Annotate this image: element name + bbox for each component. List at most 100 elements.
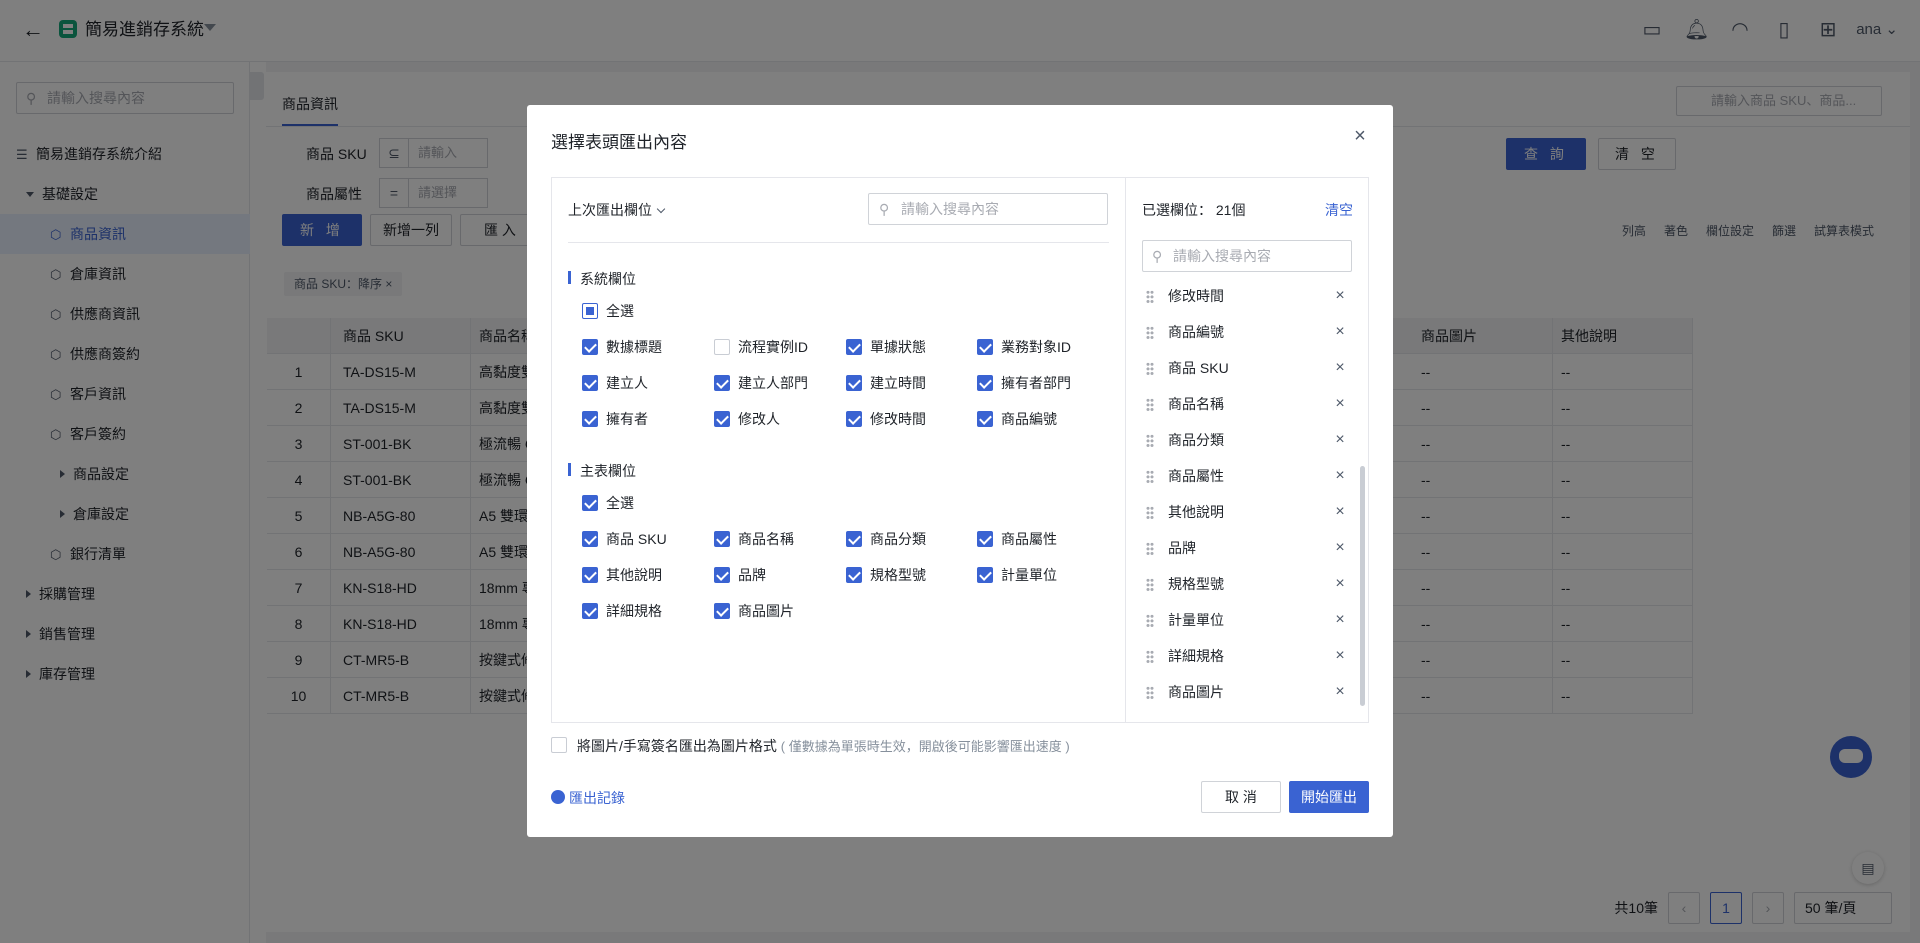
remove-icon[interactable]: × [1332, 566, 1348, 602]
drag-handle-icon[interactable] [1146, 650, 1154, 664]
checkbox[interactable] [846, 531, 862, 547]
checkbox[interactable] [977, 411, 993, 427]
close-icon[interactable]: × [1349, 125, 1371, 147]
field-checkbox-item[interactable]: 建立人 [582, 374, 648, 392]
drag-handle-icon[interactable] [1146, 578, 1154, 592]
chevron-down-icon [656, 204, 666, 214]
clear-selected-button[interactable]: 清空 [1325, 200, 1353, 220]
checkbox[interactable] [582, 603, 598, 619]
checkbox[interactable] [582, 375, 598, 391]
selected-field-item[interactable]: 商品圖片 × [1142, 674, 1348, 710]
remove-icon[interactable]: × [1332, 638, 1348, 674]
field-checkbox-item[interactable]: 修改時間 [846, 410, 926, 428]
field-checkbox-item[interactable]: 單據狀態 [846, 338, 926, 356]
selected-field-item[interactable]: 商品屬性 × [1142, 458, 1348, 494]
checkbox[interactable] [714, 411, 730, 427]
field-checkbox-item[interactable]: 商品名稱 [714, 530, 794, 548]
field-checkbox-item[interactable]: 數據標題 [582, 338, 662, 356]
remove-icon[interactable]: × [1332, 422, 1348, 458]
field-checkbox-item[interactable]: 商品圖片 [714, 602, 794, 620]
checkbox[interactable] [582, 531, 598, 547]
field-label: 擁有者 [606, 411, 648, 427]
drag-handle-icon[interactable] [1146, 434, 1154, 448]
checkbox[interactable] [582, 567, 598, 583]
field-checkbox-item[interactable]: 規格型號 [846, 566, 926, 584]
field-checkbox-item[interactable]: 品牌 [714, 566, 766, 584]
checkbox[interactable] [846, 411, 862, 427]
remove-icon[interactable]: × [1332, 674, 1348, 710]
selected-field-item[interactable]: 品牌 × [1142, 530, 1348, 566]
remove-icon[interactable]: × [1332, 386, 1348, 422]
checkbox[interactable] [977, 567, 993, 583]
checkbox[interactable] [977, 531, 993, 547]
drag-handle-icon[interactable] [1146, 290, 1154, 304]
checkbox[interactable] [846, 375, 862, 391]
start-export-button[interactable]: 開始匯出 [1289, 781, 1369, 813]
field-checkbox-item[interactable]: 擁有者部門 [977, 374, 1071, 392]
field-checkbox-item[interactable]: 商品分類 [846, 530, 926, 548]
checkbox[interactable] [582, 339, 598, 355]
checkbox[interactable] [714, 531, 730, 547]
field-checkbox-item[interactable]: 修改人 [714, 410, 780, 428]
field-checkbox-item[interactable]: 商品屬性 [977, 530, 1057, 548]
checkbox[interactable] [846, 567, 862, 583]
checkbox[interactable] [714, 603, 730, 619]
selected-field-item[interactable]: 商品名稱 × [1142, 386, 1348, 422]
image-export-option[interactable]: 將圖片/手寫簽名匯出為圖片格式 ( 僅數據為單張時生效，開啟後可能影響匯出速度 … [551, 737, 1070, 756]
field-checkbox-item[interactable]: 建立人部門 [714, 374, 808, 392]
remove-icon[interactable]: × [1332, 350, 1348, 386]
drag-handle-icon[interactable] [1146, 362, 1154, 376]
field-label: 規格型號 [870, 567, 926, 583]
drag-handle-icon[interactable] [1146, 506, 1154, 520]
remove-icon[interactable]: × [1332, 530, 1348, 566]
field-checkbox-item[interactable]: 詳細規格 [582, 602, 662, 620]
system-select-all[interactable]: 全選 [582, 302, 634, 320]
field-search-input[interactable]: ⚲ 請輸入搜尋內容 [868, 193, 1108, 225]
drag-handle-icon[interactable] [1146, 470, 1154, 484]
remove-icon[interactable]: × [1332, 278, 1348, 314]
field-checkbox-item[interactable]: 商品編號 [977, 410, 1057, 428]
drag-handle-icon[interactable] [1146, 398, 1154, 412]
cancel-button[interactable]: 取 消 [1201, 781, 1281, 813]
image-option-label: 將圖片/手寫簽名匯出為圖片格式 [577, 738, 777, 754]
checkbox[interactable] [714, 567, 730, 583]
remove-icon[interactable]: × [1332, 494, 1348, 530]
remove-icon[interactable]: × [1332, 602, 1348, 638]
field-checkbox-item[interactable]: 建立時間 [846, 374, 926, 392]
selected-search-input[interactable]: ⚲ 請輸入搜尋內容 [1142, 240, 1352, 272]
selected-field-item[interactable]: 詳細規格 × [1142, 638, 1348, 674]
drag-handle-icon[interactable] [1146, 686, 1154, 700]
field-checkbox-item[interactable]: 商品 SKU [582, 530, 667, 548]
checkbox[interactable] [582, 411, 598, 427]
checkbox[interactable] [582, 303, 598, 319]
selected-field-item[interactable]: 計量單位 × [1142, 602, 1348, 638]
checkbox[interactable] [977, 339, 993, 355]
checkbox[interactable] [582, 495, 598, 511]
drag-handle-icon[interactable] [1146, 614, 1154, 628]
field-checkbox-item[interactable]: 流程實例ID [714, 338, 808, 356]
checkbox[interactable] [714, 375, 730, 391]
selected-field-item[interactable]: 商品 SKU × [1142, 350, 1348, 386]
last-export-dropdown[interactable]: 上次匯出欄位 [568, 200, 666, 220]
scrollbar[interactable] [1360, 466, 1365, 706]
selected-field-item[interactable]: 其他說明 × [1142, 494, 1348, 530]
export-log-link[interactable]: 匯出記錄 [551, 788, 625, 808]
remove-icon[interactable]: × [1332, 458, 1348, 494]
selected-field-item[interactable]: 修改時間 × [1142, 278, 1348, 314]
remove-icon[interactable]: × [1332, 314, 1348, 350]
checkbox[interactable] [846, 339, 862, 355]
selected-field-item[interactable]: 商品分類 × [1142, 422, 1348, 458]
checkbox[interactable] [551, 737, 567, 753]
export-dialog: 選擇表頭匯出內容 × 上次匯出欄位 ⚲ 請輸入搜尋內容 系統欄位 全選 數據標題 流… [527, 105, 1393, 837]
field-checkbox-item[interactable]: 計量單位 [977, 566, 1057, 584]
selected-field-item[interactable]: 商品編號 × [1142, 314, 1348, 350]
main-select-all[interactable]: 全選 [582, 494, 634, 512]
drag-handle-icon[interactable] [1146, 542, 1154, 556]
checkbox[interactable] [977, 375, 993, 391]
field-checkbox-item[interactable]: 其他說明 [582, 566, 662, 584]
selected-field-item[interactable]: 規格型號 × [1142, 566, 1348, 602]
checkbox[interactable] [714, 339, 730, 355]
field-checkbox-item[interactable]: 業務對象ID [977, 338, 1071, 356]
field-checkbox-item[interactable]: 擁有者 [582, 410, 648, 428]
drag-handle-icon[interactable] [1146, 326, 1154, 340]
